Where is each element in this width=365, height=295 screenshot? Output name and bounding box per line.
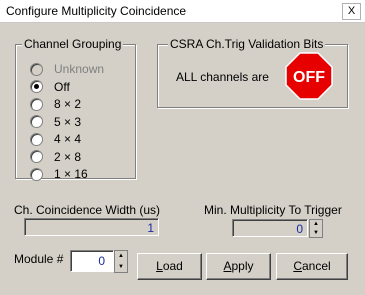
apply-accel: A — [223, 259, 232, 273]
grouping-option[interactable]: Off — [30, 79, 70, 95]
grouping-option[interactable]: 2 × 8 — [30, 149, 81, 165]
cancel-label: ancel — [301, 259, 331, 273]
cancel-button[interactable]: Cancel — [276, 253, 348, 280]
radio-label: Unknown — [54, 62, 105, 76]
spin-down-icon[interactable]: ▼ — [310, 229, 322, 238]
module-label: Module # — [14, 252, 64, 266]
min-multiplicity-value: 0 — [296, 222, 303, 236]
radio-label: 1 × 16 — [54, 167, 88, 181]
coincidence-width-label: Ch. Coincidence Width (us) — [14, 203, 161, 217]
load-accel: L — [156, 259, 163, 273]
radio-button[interactable] — [30, 80, 43, 93]
module-spin-down-icon[interactable]: ▼ — [115, 262, 127, 273]
radio-label: 5 × 3 — [54, 114, 82, 129]
grouping-option: Unknown — [30, 61, 104, 77]
coincidence-width-value: 1 — [147, 221, 154, 235]
cancel-accel: C — [293, 259, 302, 273]
spin-up-icon[interactable]: ▲ — [310, 220, 322, 229]
radio-button — [30, 62, 43, 76]
off-badge-text: OFF — [293, 69, 325, 86]
stop-sign-icon: OFF — [285, 52, 333, 100]
channel-grouping-group: Channel Grouping Unknown Off 8 × 2 5 × 3 4 ×… — [15, 37, 136, 182]
csra-label: ALL channels are — [176, 70, 269, 84]
dialog-body: Channel Grouping Unknown Off 8 × 2 5 × 3 4 ×… — [0, 23, 365, 295]
radio-button[interactable] — [30, 97, 43, 111]
apply-label: pply — [231, 259, 254, 273]
radio-label: 2 × 8 — [54, 149, 82, 164]
min-multiplicity-field[interactable]: 0 — [232, 219, 308, 237]
title-bar: Configure Multiplicity Coincidence X — [0, 0, 365, 23]
csra-group: CSRA Ch.Trig Validation Bits ALL channel… — [157, 37, 348, 108]
radio-label: 8 × 2 — [54, 97, 82, 111]
grouping-option[interactable]: 1 × 16 — [30, 166, 88, 182]
radio-button[interactable] — [30, 132, 43, 146]
grouping-option[interactable]: 8 × 2 — [30, 96, 81, 112]
radio-label: Off — [54, 79, 70, 94]
module-input[interactable]: 0 — [70, 250, 114, 272]
radio-button[interactable] — [30, 167, 43, 181]
window-title: Configure Multiplicity Coincidence — [6, 4, 187, 18]
module-spin-up-icon[interactable]: ▲ — [115, 251, 127, 262]
radio-button[interactable] — [30, 150, 43, 163]
load-label: oad — [162, 259, 183, 273]
apply-button[interactable]: Apply — [206, 253, 271, 280]
radio-button[interactable] — [30, 115, 43, 128]
module-value: 0 — [98, 254, 105, 268]
coincidence-width-field[interactable]: 1 — [24, 218, 159, 236]
close-button[interactable]: X — [342, 3, 361, 20]
grouping-option[interactable]: 4 × 4 — [30, 131, 81, 147]
load-button[interactable]: Load — [137, 253, 202, 280]
module-spinner[interactable]: ▲ ▼ — [114, 250, 128, 273]
channel-grouping-title: Channel Grouping — [22, 37, 124, 51]
csra-title: CSRA Ch.Trig Validation Bits — [168, 37, 326, 51]
radio-label: 4 × 4 — [54, 132, 82, 146]
min-multiplicity-label: Min. Multiplicity To Trigger — [204, 203, 342, 217]
min-multiplicity-spinner[interactable]: ▲ ▼ — [309, 219, 323, 238]
grouping-option[interactable]: 5 × 3 — [30, 114, 81, 130]
